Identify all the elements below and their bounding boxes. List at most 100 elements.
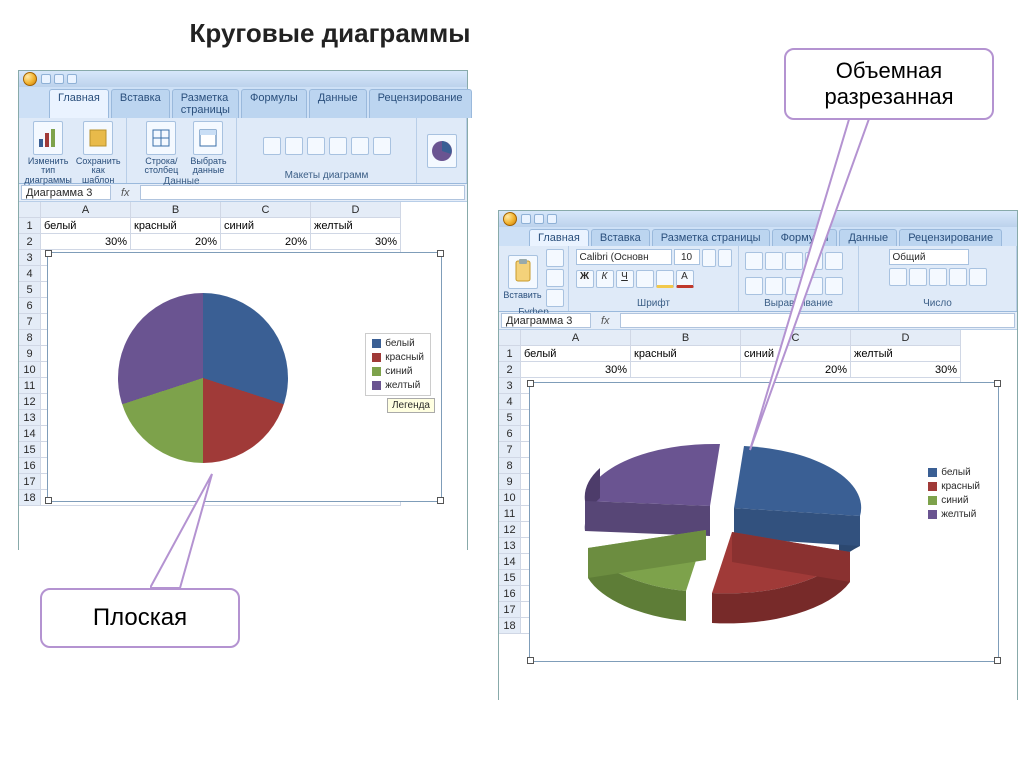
chart-layout-option[interactable]: [373, 137, 391, 155]
tab-review[interactable]: Рецензирование: [899, 229, 1002, 246]
border-button[interactable]: [636, 270, 654, 288]
number-format-combo[interactable]: Общий: [889, 249, 969, 265]
formula-bar[interactable]: [140, 185, 465, 200]
row-header[interactable]: 4: [19, 266, 41, 282]
row-header[interactable]: 1: [499, 346, 521, 362]
row-header[interactable]: 4: [499, 394, 521, 410]
chart-style-option[interactable]: [427, 134, 457, 168]
legend-item[interactable]: белый: [372, 338, 424, 349]
row-header[interactable]: 16: [19, 458, 41, 474]
row-header[interactable]: 5: [499, 410, 521, 426]
row-header[interactable]: 16: [499, 586, 521, 602]
cell[interactable]: 30%: [41, 234, 131, 250]
font-name-combo[interactable]: Calibri (Основн: [576, 249, 672, 265]
legend-item[interactable]: красный: [372, 352, 424, 363]
shrink-font-button[interactable]: [718, 249, 732, 267]
row-header[interactable]: 14: [499, 554, 521, 570]
row-header[interactable]: 18: [499, 618, 521, 634]
cell[interactable]: [631, 362, 741, 378]
row-header[interactable]: 6: [19, 298, 41, 314]
office-button[interactable]: [23, 72, 37, 86]
font-color-button[interactable]: A: [676, 270, 694, 288]
row-header[interactable]: 7: [499, 442, 521, 458]
legend-item[interactable]: желтый: [928, 509, 980, 520]
cell[interactable]: красный: [131, 218, 221, 234]
row-header[interactable]: 14: [19, 426, 41, 442]
fx-icon[interactable]: fx: [113, 187, 138, 199]
row-header[interactable]: 9: [499, 474, 521, 490]
tab-data[interactable]: Данные: [309, 89, 367, 118]
row-header[interactable]: 17: [19, 474, 41, 490]
tab-review[interactable]: Рецензирование: [369, 89, 472, 118]
row-header[interactable]: 1: [19, 218, 41, 234]
chart-layout-option[interactable]: [329, 137, 347, 155]
select-all-corner[interactable]: [499, 330, 521, 346]
cell[interactable]: красный: [631, 346, 741, 362]
row-header[interactable]: 8: [499, 458, 521, 474]
select-all-corner[interactable]: [19, 202, 41, 218]
italic-button[interactable]: К: [596, 270, 614, 288]
row-header[interactable]: 7: [19, 314, 41, 330]
row-header[interactable]: 2: [499, 362, 521, 378]
row-header[interactable]: 18: [19, 490, 41, 506]
select-data-button[interactable]: Выбратьданные: [190, 121, 226, 176]
pie-2d-plot[interactable]: [118, 293, 288, 463]
fill-color-button[interactable]: [656, 270, 674, 288]
underline-button[interactable]: Ч: [616, 270, 634, 288]
chart-layout-option[interactable]: [351, 137, 369, 155]
row-header[interactable]: 10: [19, 362, 41, 378]
chart-layout-option[interactable]: [285, 137, 303, 155]
row-header[interactable]: 15: [499, 570, 521, 586]
tab-formulas[interactable]: Формулы: [241, 89, 307, 118]
col-header[interactable]: B: [631, 330, 741, 346]
tab-home[interactable]: Главная: [49, 89, 109, 118]
office-button[interactable]: [503, 212, 517, 226]
row-header[interactable]: 17: [499, 602, 521, 618]
format-painter-button[interactable]: [546, 289, 564, 307]
tab-insert[interactable]: Вставка: [591, 229, 650, 246]
cell[interactable]: желтый: [311, 218, 401, 234]
cell[interactable]: белый: [521, 346, 631, 362]
copy-button[interactable]: [546, 269, 564, 287]
legend-item[interactable]: синий: [928, 495, 980, 506]
row-header[interactable]: 13: [499, 538, 521, 554]
col-header[interactable]: C: [221, 202, 311, 218]
legend-item[interactable]: синий: [372, 366, 424, 377]
row-header[interactable]: 12: [499, 522, 521, 538]
row-header[interactable]: 11: [19, 378, 41, 394]
chart-layout-option[interactable]: [263, 137, 281, 155]
bold-button[interactable]: Ж: [576, 270, 594, 288]
row-header[interactable]: 3: [499, 378, 521, 394]
col-header[interactable]: A: [521, 330, 631, 346]
font-size-combo[interactable]: 10: [674, 249, 700, 265]
row-header[interactable]: 15: [19, 442, 41, 458]
row-header[interactable]: 8: [19, 330, 41, 346]
name-box[interactable]: Диаграмма 3: [501, 313, 591, 328]
switch-row-col-button[interactable]: Строка/столбец: [136, 121, 186, 176]
tab-layout[interactable]: Разметка страницы: [172, 89, 239, 118]
increase-decimal-button[interactable]: [949, 268, 967, 286]
pie-chart-2d[interactable]: белый красный синий желтый Легенда: [47, 252, 442, 502]
quick-access-toolbar[interactable]: [41, 74, 77, 84]
row-header[interactable]: 10: [499, 490, 521, 506]
grow-font-button[interactable]: [702, 249, 716, 267]
row-header[interactable]: 2: [19, 234, 41, 250]
decrease-decimal-button[interactable]: [969, 268, 987, 286]
row-header[interactable]: 3: [19, 250, 41, 266]
row-header[interactable]: 5: [19, 282, 41, 298]
comma-button[interactable]: [929, 268, 947, 286]
chart-legend[interactable]: белый красный синий желтый: [922, 463, 986, 524]
name-box[interactable]: Диаграмма 3: [21, 185, 111, 200]
cell[interactable]: синий: [221, 218, 311, 234]
paste-button[interactable]: Вставить: [503, 255, 541, 300]
tab-insert[interactable]: Вставка: [111, 89, 170, 118]
cell[interactable]: 30%: [521, 362, 631, 378]
row-header[interactable]: 13: [19, 410, 41, 426]
percent-button[interactable]: [909, 268, 927, 286]
legend-item[interactable]: желтый: [372, 380, 424, 391]
save-template-button[interactable]: Сохранитькак шаблон: [76, 121, 121, 185]
chart-layout-option[interactable]: [307, 137, 325, 155]
cell[interactable]: 20%: [221, 234, 311, 250]
row-header[interactable]: 12: [19, 394, 41, 410]
cell[interactable]: 20%: [131, 234, 221, 250]
